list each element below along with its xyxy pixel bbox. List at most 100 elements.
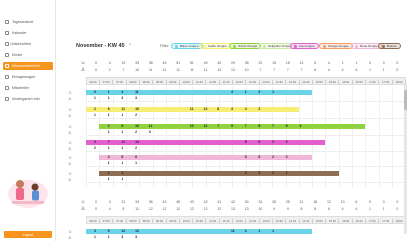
filter-label: Grüne Gruppe: [238, 44, 258, 48]
sidebar-item-nachrichten[interactable]: Nachrichten: [3, 40, 53, 48]
sidebar-item-wochen-bersicht[interactable]: Wochenübersicht: [3, 62, 53, 70]
count-cell: 12: [231, 68, 235, 72]
count-cell: 4: [341, 68, 344, 72]
time-cell: 07:00: [100, 79, 114, 84]
bar-count-label: 10: [135, 124, 139, 128]
scrollbar-thumb[interactable]: [404, 90, 407, 110]
time-cell: 11:30: [220, 218, 233, 223]
count-cell: 11: [162, 68, 167, 72]
filter-label: Blaue Gruppe: [180, 44, 199, 48]
sidebar-item-kinder[interactable]: Kinder: [3, 51, 53, 59]
bar-count-label: 4: [244, 107, 247, 111]
bar-count-label: 2: [135, 129, 137, 134]
group-staff-icon: ♙: [68, 177, 72, 182]
group-kids-icon: ☺: [68, 124, 73, 129]
bar-count-label: 3: [135, 95, 137, 100]
sidebar-item-label: Tagesansicht: [12, 20, 33, 24]
count-cell: 43: [162, 200, 167, 204]
count-cell: 38: [148, 61, 153, 65]
group-occupancy-bar[interactable]: [86, 90, 313, 95]
bar-count-label: 6: [285, 124, 288, 128]
group-kids-icon: ☺: [68, 107, 73, 112]
count-cell: 11: [135, 207, 139, 211]
count-cell: 10: [340, 200, 345, 204]
calendar-day-icon: [5, 20, 9, 24]
count-cell: 0: [95, 61, 97, 65]
filter-chip[interactable]: Blaue Gruppe: [171, 43, 203, 49]
time-cell: 06:00: [87, 79, 100, 84]
count-cell: 51: [189, 61, 194, 65]
time-cell: 09:00: [154, 79, 167, 84]
bar-count-label: 8: [121, 155, 124, 159]
bar-count-label: 11: [135, 90, 139, 94]
count-cell: 15: [272, 61, 277, 65]
filter-chip[interactable]: Orange Gruppe: [319, 43, 353, 49]
count-cell: 9: [286, 207, 289, 211]
bar-count-label: 5: [244, 155, 247, 159]
count-cell: 0: [396, 207, 399, 211]
bar-count-label: 3: [121, 234, 124, 239]
count-cell: 5: [122, 207, 125, 211]
sidebar-item-kindergarten-info[interactable]: Kindergarten Info: [3, 95, 53, 103]
time-cell: 16:30: [353, 218, 366, 223]
bar-count-label: 1: [285, 171, 288, 175]
filter-label: Lila Gruppe: [299, 44, 315, 48]
group-kids-icon: ☺: [68, 140, 73, 145]
storage-icon: [5, 75, 9, 79]
bar-count-label: 2: [135, 145, 137, 150]
count-cell: 1: [382, 68, 385, 72]
bar-count-label: 4: [231, 107, 233, 111]
time-cell: 15:30: [326, 218, 340, 223]
time-cell: 16:00: [340, 218, 353, 223]
group-staff-icon: ♙: [68, 161, 72, 166]
sidebar-item-einlagerungen[interactable]: Einlagerungen: [3, 73, 53, 81]
sidebar-item-label: Kindergarten Info: [12, 97, 40, 101]
bar-count-label: 1: [107, 112, 110, 117]
count-cell: 21: [121, 200, 126, 204]
bar-count-label: 4: [244, 229, 247, 233]
count-cell: 0: [95, 68, 97, 72]
time-cell: 13:30: [273, 218, 287, 223]
group-occupancy-bar[interactable]: [99, 155, 313, 160]
count-cell: 8: [300, 207, 303, 211]
staff-count-icon: ♙: [80, 206, 86, 212]
count-cell: 1: [355, 61, 358, 65]
illustration-image: [4, 170, 52, 210]
bar-count-label: 8: [258, 124, 261, 128]
sidebar-item-mitarbeiter[interactable]: Mitarbeiter: [3, 84, 53, 92]
bar-count-label: 6: [258, 140, 261, 144]
logout-button[interactable]: Logout: [4, 231, 52, 238]
bar-count-label: 6: [107, 107, 110, 111]
time-cell: 08:00: [127, 218, 140, 223]
time-cell: 09:30: [167, 79, 180, 84]
time-cell: 11:30: [220, 79, 233, 84]
filter-label: Orange Gruppe: [328, 44, 349, 48]
sidebar-item-tagesansicht[interactable]: Tagesansicht: [3, 18, 53, 26]
count-cell: 6: [314, 61, 317, 65]
group-occupancy-bar[interactable]: [99, 171, 339, 176]
group-occupancy-bar[interactable]: [86, 229, 313, 234]
bar-count-label: 10: [189, 124, 194, 128]
filter-chip[interactable]: Grüne Gruppe: [229, 43, 262, 49]
bar-count-label: 1: [94, 234, 96, 239]
sidebar-item-kalender[interactable]: Kalender: [3, 29, 53, 37]
filter-chip[interactable]: Lila Gruppe: [290, 43, 319, 49]
time-cell: 16:00: [340, 79, 353, 84]
group-staff-icon: ♙: [68, 146, 72, 151]
count-cell: 4: [355, 68, 358, 72]
count-cell: 12: [203, 207, 208, 211]
count-cell: 13: [231, 207, 235, 211]
next-week-button[interactable]: ›: [129, 42, 131, 48]
bar-count-label: 7: [272, 124, 274, 128]
count-cell: 12: [189, 207, 194, 211]
bar-count-label: 1: [121, 129, 124, 134]
kids-count-icon: ☺: [80, 199, 86, 205]
bar-count-label: 8: [217, 107, 220, 111]
filter-dot-icon: [175, 44, 178, 48]
filter-chip[interactable]: Gelbe Gruppe: [199, 43, 231, 49]
count-cell: 4: [327, 68, 330, 72]
time-cell: 16:30: [353, 79, 366, 84]
bar-count-label: 11: [121, 140, 125, 144]
filter-chip[interactable]: Braune: [378, 43, 401, 49]
bar-count-label: 8: [121, 124, 124, 128]
